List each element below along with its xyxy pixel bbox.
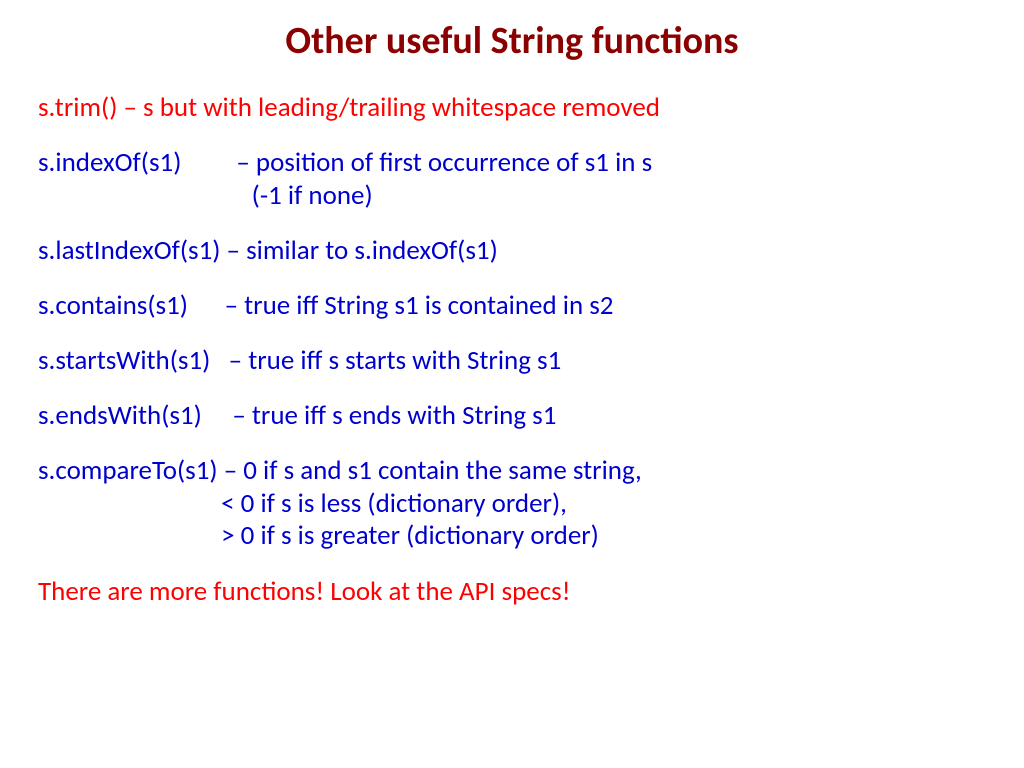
bullet-lastindexof: s.lastIndexOf(s1) – similar to s.indexOf…: [38, 235, 986, 268]
bullet-compareto: s.compareTo(s1) – 0 if s and s1 contain …: [38, 455, 986, 554]
bullet-indexof: s.indexOf(s1) – position of first occurr…: [38, 147, 986, 213]
bullet-trim: s.trim() – s but with leading/trailing w…: [38, 92, 986, 125]
slide: Other useful String functions s.trim() –…: [0, 0, 1024, 768]
bullet-endswith: s.endsWith(s1) – true iff s ends with St…: [38, 400, 986, 433]
bullet-startswith: s.startsWith(s1) – true iff s starts wit…: [38, 345, 986, 378]
bullet-contains: s.contains(s1) – true iff String s1 is c…: [38, 290, 986, 323]
slide-title: Other useful String functions: [38, 18, 986, 64]
footer-note: There are more functions! Look at the AP…: [38, 575, 986, 608]
